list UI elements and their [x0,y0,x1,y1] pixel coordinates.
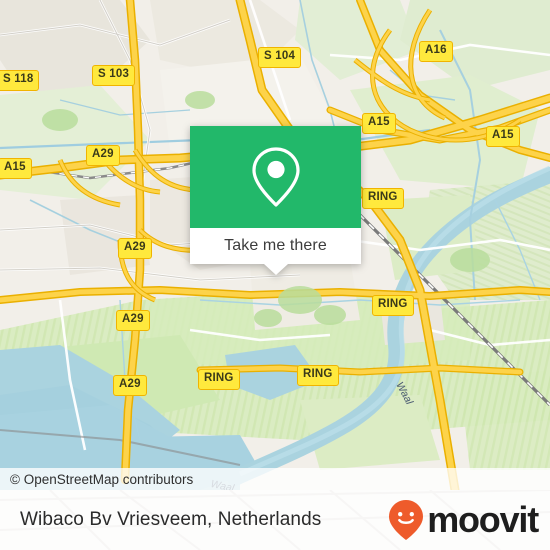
osm-attribution-text: © OpenStreetMap contributors [10,471,194,487]
moovit-smiley-pin-icon [389,500,424,540]
footer-bar: Wibaco Bv Vriesveem, Netherlands moovit [0,490,550,550]
road-shield: A16 [419,41,453,62]
road-shield: RING [198,369,240,390]
road-shield: RING [297,365,339,386]
popup-tail-triangle [263,264,288,275]
map-canvas[interactable]: S 104 A16 S 103 S 118 A15 A15 A29 A15 RI… [0,0,550,490]
place-title: Wibaco Bv Vriesveem, Netherlands [20,509,322,530]
road-shield: A29 [116,310,150,331]
map-pin-icon [251,147,300,207]
moovit-map-screen: S 104 A16 S 103 S 118 A15 A15 A29 A15 RI… [0,0,550,550]
road-shield: S 103 [92,65,136,86]
road-shield: S 104 [258,47,302,68]
moovit-logo[interactable]: moovit [387,499,539,541]
take-me-there-label: Take me there [224,237,327,254]
road-shield: RING [362,188,404,209]
osm-attribution-bar: © OpenStreetMap contributors [0,468,550,490]
popup-header [190,126,361,228]
popup-action-bar[interactable]: Take me there [190,228,361,275]
road-shield: A15 [0,158,32,179]
take-me-there-popup[interactable]: Take me there [190,126,361,275]
road-shield: S 118 [0,70,40,91]
road-shield: RING [372,295,414,316]
road-shield: A15 [362,113,396,134]
road-shield: A15 [486,126,520,147]
road-shield: A29 [86,145,120,166]
moovit-wordmark: moovit [427,499,539,540]
road-shield: A29 [118,238,152,259]
road-shield: A29 [113,375,147,396]
